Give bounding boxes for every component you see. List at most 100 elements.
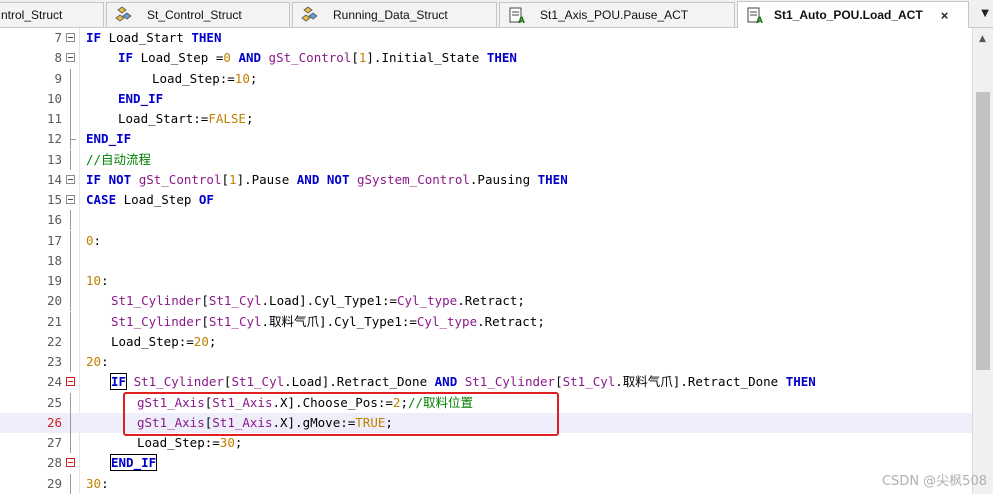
code-line[interactable]: 8 IF Load_Step =0 AND gSt_Control[1].Init… (0, 48, 972, 68)
line-number: 10 (46, 90, 62, 106)
code-token: Load_Start:= (118, 111, 209, 126)
code-text: END_IF (86, 129, 131, 149)
code-line[interactable]: 29 30: (0, 473, 972, 494)
code-text: CASE Load_Step OF (86, 190, 214, 210)
code-line[interactable]: 15 CASE Load_Step OF (0, 190, 972, 210)
code-token: [ (201, 293, 209, 309)
line-number: 17 (46, 232, 62, 248)
code-token: .取料气爪].Cyl_Type1:= (261, 313, 417, 329)
fold-guide-line (70, 109, 71, 129)
code-token: ].Initial_State (366, 50, 487, 66)
tab-label: Running_Data_Struct (333, 8, 448, 22)
code-line[interactable]: 27 Load_Step:=30; (0, 433, 972, 453)
keyword-token: NOT (108, 171, 132, 187)
literal-token: 10 (86, 273, 102, 288)
code-line[interactable]: 10 END_IF (0, 88, 972, 109)
variable-token: St1_Cyl (562, 374, 616, 390)
fold-guide-line (70, 331, 71, 352)
variable-token: St1_Cylinder (133, 374, 224, 390)
code-text: END_IF (118, 89, 163, 109)
code-token: : (101, 273, 109, 288)
code-line[interactable]: 13 //自动流程 (0, 149, 972, 170)
tab-running-data-struct[interactable]: Running_Data_Struct (292, 2, 497, 27)
code-line[interactable]: 19 10: (0, 271, 972, 291)
fold-toggle-icon[interactable] (66, 458, 75, 468)
code-token: Load_Step = (133, 50, 224, 66)
literal-token: 20 (193, 333, 209, 349)
close-icon[interactable]: × (941, 8, 949, 23)
comment-token: //自动流程 (86, 151, 152, 167)
variable-token: gSt_Control (268, 50, 352, 66)
tab-control-struct[interactable]: ntrol_Struct (0, 2, 104, 27)
variable-token: gSystem_Control (357, 171, 470, 187)
fold-toggle-icon[interactable] (66, 377, 75, 387)
code-line[interactable]: 7 IF Load_Start THEN (0, 28, 972, 48)
code-token: ; (208, 333, 217, 349)
fold-guide-line (70, 433, 71, 453)
code-token: [ (351, 50, 359, 66)
code-line[interactable]: 14 IF NOT gSt_Control[1].Pause AND NOT gS… (0, 170, 972, 190)
vertical-scrollbar[interactable]: ▲ (972, 28, 993, 494)
code-line[interactable]: 22 Load_Step:=20; (0, 331, 972, 352)
code-line[interactable]: 17 0: (0, 230, 972, 251)
fold-guide-line (70, 311, 71, 332)
code-text: Load_Step:=20; (111, 332, 216, 352)
keyword-token: OF (198, 192, 214, 207)
literal-token: FALSE (208, 111, 246, 126)
keyword-token: THEN (486, 50, 517, 66)
keyword-token: IF (86, 171, 102, 187)
fold-guide-line (70, 473, 71, 494)
line-number: 8 (54, 50, 62, 66)
line-number: 11 (46, 111, 62, 126)
code-line[interactable]: 11 Load_Start:=FALSE; (0, 109, 972, 129)
code-line[interactable]: 24 IF St1_Cylinder[St1_Cyl.Load].Retract_… (0, 372, 972, 392)
code-token: Load_Step:= (111, 333, 194, 349)
code-editor[interactable]: 7 IF Load_Start THEN 8 IF Load_Step =0 AND … (0, 28, 972, 494)
code-line[interactable]: 16 (0, 210, 972, 231)
code-text: IF Load_Step =0 AND gSt_Control[1].Initi… (118, 48, 517, 68)
fold-toggle-icon[interactable] (66, 195, 75, 204)
tab-st1-auto-pou-load-act[interactable]: A St1_Auto_POU.Load_ACT × (737, 1, 969, 28)
code-token: .Retract; (477, 313, 545, 329)
code-line[interactable]: 28 END_IF (0, 453, 972, 473)
line-number: 15 (46, 192, 62, 207)
tab-label: St_Control_Struct (147, 8, 242, 22)
variable-token: St1_Cyl (208, 293, 262, 309)
line-number: 29 (46, 475, 62, 491)
struct-icon (301, 6, 318, 22)
code-line[interactable]: 9 Load_Step:=10; (0, 68, 972, 89)
tab-st-control-struct[interactable]: St_Control_Struct (106, 2, 290, 27)
variable-token: St1_Cylinder (111, 293, 202, 309)
code-line[interactable]: 12 END_IF (0, 129, 972, 150)
variable-token: Cyl_type (416, 313, 478, 329)
fold-toggle-icon[interactable] (66, 33, 75, 42)
code-line[interactable]: 20 St1_Cylinder[St1_Cyl.Load].Cyl_Type1:=… (0, 291, 972, 312)
code-token: Load_Step:= (137, 435, 220, 450)
code-text: IF NOT gSt_Control[1].Pause AND NOT gSys… (86, 170, 568, 190)
code-line[interactable]: 23 20: (0, 352, 972, 372)
code-token: ].Pause (236, 171, 297, 187)
watermark: CSDN @尖枫508 (881, 474, 987, 489)
fold-guide-line (70, 271, 71, 291)
tab-label: St1_Auto_POU.Load_ACT (774, 8, 923, 22)
fold-toggle-icon[interactable] (66, 174, 75, 184)
tab-st1-axis-pou-pause-act[interactable]: A St1_Axis_POU.Pause_ACT (499, 2, 735, 27)
code-text: END_IF (109, 453, 158, 473)
code-token: : (101, 354, 109, 369)
keyword-token: NOT (326, 171, 350, 187)
code-text: //自动流程 (86, 150, 151, 170)
code-line[interactable]: 21 St1_Cylinder[St1_Cyl.取料气爪].Cyl_Type1:=… (0, 311, 972, 332)
line-number: 14 (46, 171, 62, 187)
scrollbar-thumb[interactable] (976, 92, 990, 370)
code-token: [ (201, 313, 209, 329)
code-line[interactable]: 18 (0, 250, 972, 271)
line-number: 20 (46, 293, 62, 309)
scroll-up-icon[interactable]: ▲ (979, 34, 986, 44)
fold-toggle-icon[interactable] (66, 53, 75, 63)
fold-guide-line (70, 412, 71, 433)
chevron-down-icon[interactable]: ▼ (981, 8, 989, 19)
code-token: ; (245, 111, 254, 126)
